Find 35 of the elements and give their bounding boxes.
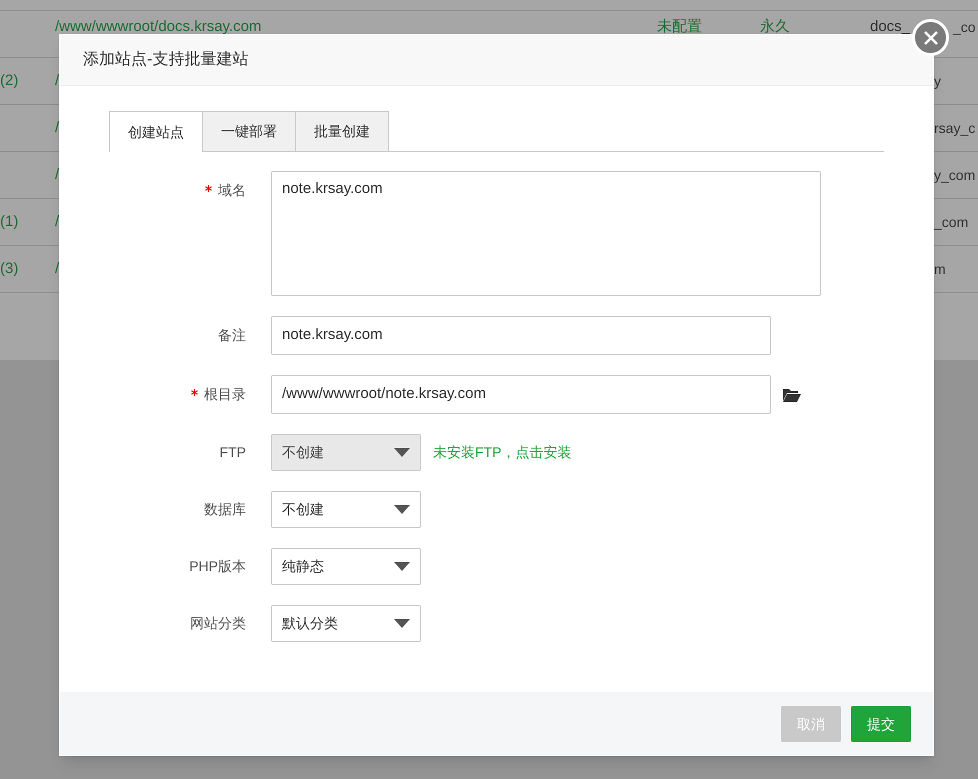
name-text: _com xyxy=(934,212,968,232)
count-text: (2) xyxy=(0,70,20,91)
field-label: PHP版本 xyxy=(189,557,246,576)
select-field[interactable]: 不创建 xyxy=(271,491,421,528)
name-text: y xyxy=(934,72,941,91)
tab[interactable]: 批量创建 xyxy=(296,111,389,151)
select-field[interactable]: 纯静态 xyxy=(271,548,421,585)
name-text: m xyxy=(934,260,946,278)
input-field[interactable]: note.krsay.com xyxy=(271,316,771,355)
caret-icon xyxy=(394,505,410,514)
caret-icon xyxy=(394,619,410,628)
expiry-text: 永久 xyxy=(760,17,791,37)
name-text: _co xyxy=(953,18,976,37)
tab[interactable]: 创建站点 xyxy=(109,111,203,152)
name-text: y_com xyxy=(934,166,976,185)
count-text: (3) xyxy=(0,258,20,279)
tab[interactable]: 一键部署 xyxy=(203,111,296,151)
field-label: 数据库 xyxy=(204,500,246,519)
status-text: 未配置 xyxy=(657,17,703,37)
domain-field[interactable]: note.krsay.com xyxy=(271,171,821,296)
caret-icon xyxy=(394,448,410,457)
folder-icon[interactable] xyxy=(783,388,801,402)
name-text: rsay_c xyxy=(934,118,976,138)
count-text: (1) xyxy=(0,212,20,232)
select-field[interactable]: 默认分类 xyxy=(271,605,421,642)
field-label: 域名 xyxy=(218,181,246,200)
name-text: docs_ xyxy=(870,17,910,37)
field-label: 备注 xyxy=(218,326,246,345)
path-field[interactable]: /www/wwwroot/note.krsay.com xyxy=(271,375,771,414)
field-label: 网站分类 xyxy=(190,614,246,633)
field-label: FTP xyxy=(220,443,246,462)
dialog-title: 添加站点-支持批量建站 xyxy=(83,50,248,70)
close-icon xyxy=(924,30,938,44)
field-label: 根目录 xyxy=(204,385,246,404)
caret-icon xyxy=(394,562,410,571)
